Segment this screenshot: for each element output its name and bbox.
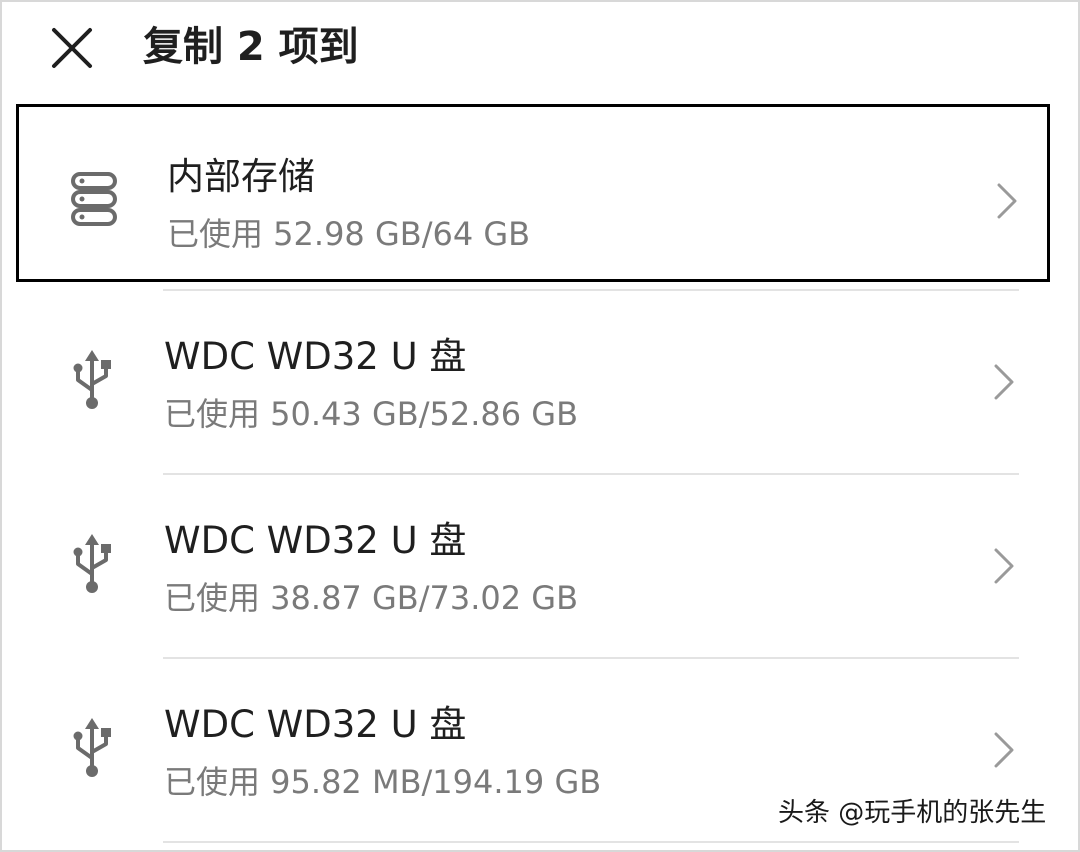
close-button[interactable] (46, 22, 98, 74)
usb-icon (70, 532, 130, 602)
usb-icon (70, 348, 130, 418)
storage-name: WDC WD32 U 盘 (164, 703, 467, 746)
storage-usage: 已使用 52.98 GB/64 GB (167, 215, 531, 253)
list-divider (163, 841, 1019, 843)
storage-item-usb-1[interactable]: WDC WD32 U 盘 已使用 50.43 GB/52.86 GB (0, 290, 1080, 474)
storage-name: WDC WD32 U 盘 (164, 519, 467, 562)
app-bar: 复制 2 项到 (0, 0, 1080, 96)
page-title: 复制 2 项到 (143, 24, 359, 70)
storage-name: 内部存储 (167, 155, 315, 198)
usb-icon (70, 716, 130, 786)
internal-storage-icon (69, 169, 129, 239)
storage-item-internal[interactable]: 内部存储 已使用 52.98 GB/64 GB (16, 104, 1050, 282)
chevron-right-icon (995, 181, 1019, 221)
watermark: 头条 @玩手机的张先生 (778, 798, 1047, 828)
chevron-right-icon (992, 362, 1016, 402)
storage-usage: 已使用 38.87 GB/73.02 GB (164, 579, 579, 617)
storage-usage: 已使用 95.82 MB/194.19 GB (164, 763, 602, 801)
chevron-right-icon (992, 730, 1016, 770)
storage-item-usb-2[interactable]: WDC WD32 U 盘 已使用 38.87 GB/73.02 GB (0, 474, 1080, 658)
chevron-right-icon (992, 546, 1016, 586)
storage-name: WDC WD32 U 盘 (164, 335, 467, 378)
storage-usage: 已使用 50.43 GB/52.86 GB (164, 395, 579, 433)
close-icon (52, 28, 92, 68)
